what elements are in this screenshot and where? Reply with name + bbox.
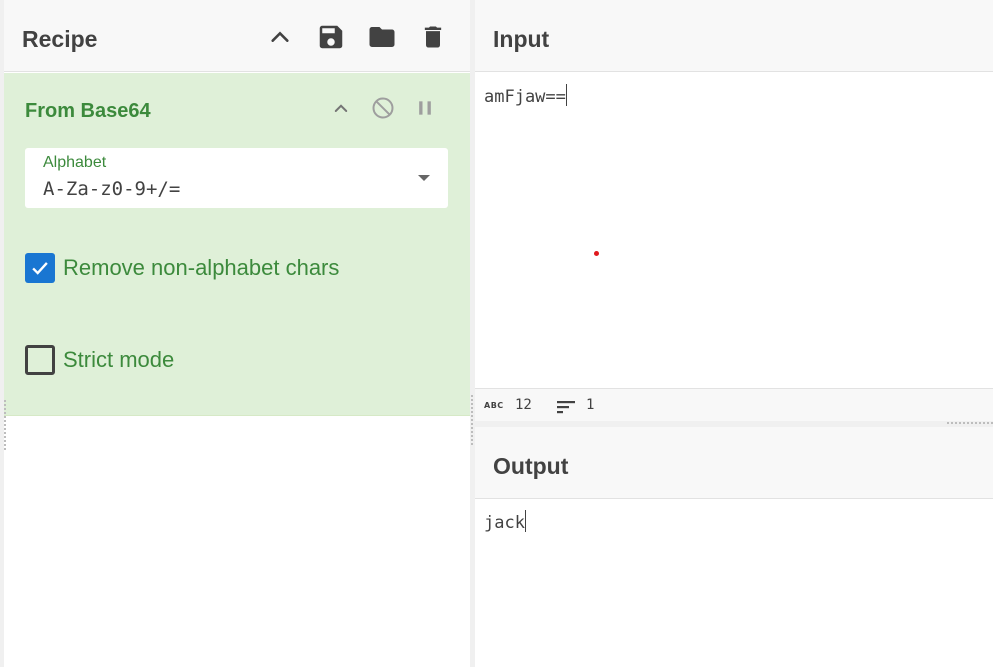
checkbox-checked[interactable]	[25, 253, 55, 283]
abc-icon: ABC	[484, 401, 504, 410]
output-header: Output	[475, 427, 993, 499]
checkbox-unchecked[interactable]	[25, 345, 55, 375]
chevron-up-icon[interactable]	[263, 20, 297, 54]
pointer-marker	[594, 251, 599, 256]
recipe-header: Recipe	[4, 0, 470, 72]
text-cursor	[524, 510, 526, 532]
alphabet-select[interactable]: Alphabet A-Za-z0-9+/=	[25, 148, 448, 208]
operation-title: From Base64	[25, 100, 151, 122]
output-pane: Output jack	[475, 427, 993, 667]
remove-non-alphabet-option[interactable]: Remove non-alphabet chars	[25, 253, 339, 283]
line-count: 1	[586, 397, 595, 413]
checkmark-icon	[32, 262, 48, 275]
save-icon[interactable]	[314, 20, 348, 54]
input-pane: Input amFjaw== ABC 12 1	[475, 0, 993, 421]
input-header: Input	[475, 0, 993, 72]
input-title: Input	[493, 26, 550, 52]
dropdown-caret-icon[interactable]	[418, 175, 430, 181]
operation-from-base64[interactable]: From Base64 Alphabet A-Za-z0-9+/= Remove…	[4, 73, 470, 416]
input-textarea[interactable]: amFjaw==	[484, 84, 567, 107]
folder-icon[interactable]	[365, 20, 399, 54]
input-status-bar: ABC 12 1	[475, 388, 993, 421]
disable-icon[interactable]	[368, 93, 398, 123]
text-cursor	[565, 84, 567, 106]
strict-mode-label: Strict mode	[63, 347, 175, 372]
output-text-content: jack	[484, 513, 525, 533]
chevron-up-icon[interactable]	[326, 93, 356, 123]
char-count: 12	[515, 397, 532, 413]
alphabet-value: A-Za-z0-9+/=	[43, 178, 181, 200]
alphabet-label: Alphabet	[43, 154, 107, 171]
output-textarea[interactable]: jack	[484, 510, 526, 533]
recipe-pane: Recipe From Base64 Alphabet A-Za-z0-9+/=	[0, 0, 470, 667]
remove-non-alphabet-label: Remove non-alphabet chars	[63, 255, 340, 280]
recipe-title: Recipe	[22, 26, 98, 52]
strict-mode-option[interactable]: Strict mode	[25, 345, 174, 375]
lines-icon	[556, 399, 576, 420]
trash-icon[interactable]	[416, 20, 450, 54]
pause-icon[interactable]	[410, 93, 440, 123]
input-text-content: amFjaw==	[484, 87, 566, 107]
recipe-resize-grip[interactable]	[4, 400, 6, 450]
output-title: Output	[493, 453, 569, 479]
